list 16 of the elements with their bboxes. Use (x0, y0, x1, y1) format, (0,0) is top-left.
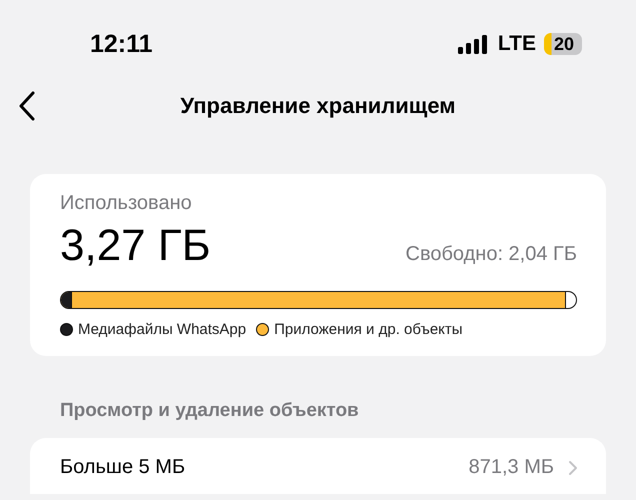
list-row[interactable]: Больше 5 МБ 871,3 МБ (30, 438, 606, 479)
page-title: Управление хранилищем (180, 93, 456, 119)
legend-label: Медиафайлы WhatsApp (78, 321, 246, 338)
network-type: LTE (498, 32, 536, 56)
free-amount: Свободно: 2,04 ГБ (406, 243, 577, 266)
chevron-icon (568, 460, 578, 476)
signal-icon (458, 34, 490, 54)
section-header: Просмотр и удаление объектов (60, 400, 360, 422)
battery-icon: 20 (544, 33, 582, 55)
used-label: Использовано (60, 192, 193, 215)
clock-time: 12:11 (90, 30, 153, 58)
back-icon[interactable] (18, 91, 36, 121)
row-label: Больше 5 МБ (60, 456, 186, 479)
legend-label: Приложения и др. объекты (274, 321, 463, 338)
row-value: 871,3 МБ (468, 456, 554, 479)
used-amount: 3,27 ГБ (60, 221, 211, 271)
